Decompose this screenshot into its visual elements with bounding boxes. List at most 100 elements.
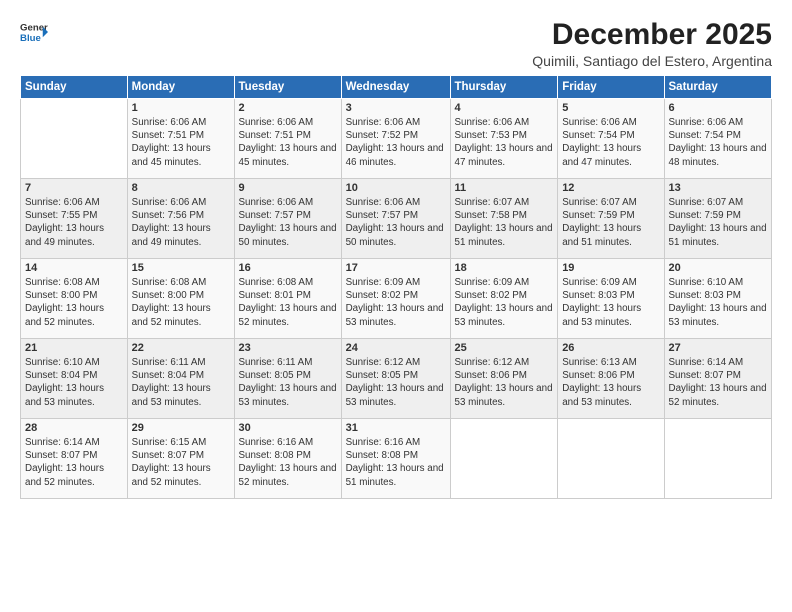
table-row: 19 Sunrise: 6:09 AMSunset: 8:03 PMDaylig… — [558, 259, 664, 339]
table-row: 13 Sunrise: 6:07 AMSunset: 7:59 PMDaylig… — [664, 179, 772, 259]
table-row: 31 Sunrise: 6:16 AMSunset: 8:08 PMDaylig… — [341, 419, 450, 499]
table-row: 30 Sunrise: 6:16 AMSunset: 8:08 PMDaylig… — [234, 419, 341, 499]
table-row: 6 Sunrise: 6:06 AMSunset: 7:54 PMDayligh… — [664, 99, 772, 179]
subtitle: Quimili, Santiago del Estero, Argentina — [532, 53, 772, 69]
table-row: 1 Sunrise: 6:06 AMSunset: 7:51 PMDayligh… — [127, 99, 234, 179]
col-friday: Friday — [558, 76, 664, 99]
day-number: 11 — [455, 182, 554, 194]
day-number: 20 — [669, 262, 768, 274]
day-detail: Sunrise: 6:08 AMSunset: 8:00 PMDaylight:… — [25, 277, 104, 328]
calendar-week-row: 7 Sunrise: 6:06 AMSunset: 7:55 PMDayligh… — [21, 179, 772, 259]
table-row: 7 Sunrise: 6:06 AMSunset: 7:55 PMDayligh… — [21, 179, 128, 259]
day-number: 15 — [132, 262, 230, 274]
col-wednesday: Wednesday — [341, 76, 450, 99]
day-detail: Sunrise: 6:06 AMSunset: 7:53 PMDaylight:… — [455, 117, 553, 168]
calendar-table: Sunday Monday Tuesday Wednesday Thursday… — [20, 75, 772, 499]
day-number: 9 — [239, 182, 337, 194]
calendar-week-row: 14 Sunrise: 6:08 AMSunset: 8:00 PMDaylig… — [21, 259, 772, 339]
day-number: 26 — [562, 342, 659, 354]
day-detail: Sunrise: 6:12 AMSunset: 8:06 PMDaylight:… — [455, 357, 553, 408]
day-detail: Sunrise: 6:07 AMSunset: 7:58 PMDaylight:… — [455, 197, 553, 248]
day-detail: Sunrise: 6:06 AMSunset: 7:55 PMDaylight:… — [25, 197, 104, 248]
table-row: 25 Sunrise: 6:12 AMSunset: 8:06 PMDaylig… — [450, 339, 558, 419]
col-saturday: Saturday — [664, 76, 772, 99]
table-row: 24 Sunrise: 6:12 AMSunset: 8:05 PMDaylig… — [341, 339, 450, 419]
day-detail: Sunrise: 6:10 AMSunset: 8:03 PMDaylight:… — [669, 277, 767, 328]
table-row: 23 Sunrise: 6:11 AMSunset: 8:05 PMDaylig… — [234, 339, 341, 419]
table-row: 3 Sunrise: 6:06 AMSunset: 7:52 PMDayligh… — [341, 99, 450, 179]
day-detail: Sunrise: 6:06 AMSunset: 7:54 PMDaylight:… — [562, 117, 641, 168]
main-title: December 2025 — [532, 18, 772, 51]
table-row: 12 Sunrise: 6:07 AMSunset: 7:59 PMDaylig… — [558, 179, 664, 259]
day-number: 22 — [132, 342, 230, 354]
day-detail: Sunrise: 6:06 AMSunset: 7:51 PMDaylight:… — [132, 117, 211, 168]
day-detail: Sunrise: 6:14 AMSunset: 8:07 PMDaylight:… — [25, 437, 104, 488]
day-number: 13 — [669, 182, 768, 194]
day-detail: Sunrise: 6:07 AMSunset: 7:59 PMDaylight:… — [562, 197, 641, 248]
day-detail: Sunrise: 6:09 AMSunset: 8:02 PMDaylight:… — [346, 277, 444, 328]
day-number: 29 — [132, 422, 230, 434]
table-row: 2 Sunrise: 6:06 AMSunset: 7:51 PMDayligh… — [234, 99, 341, 179]
logo-icon: General Blue — [20, 18, 48, 46]
day-number: 25 — [455, 342, 554, 354]
table-row: 18 Sunrise: 6:09 AMSunset: 8:02 PMDaylig… — [450, 259, 558, 339]
page: General Blue December 2025 Quimili, Sant… — [0, 0, 792, 612]
col-monday: Monday — [127, 76, 234, 99]
day-detail: Sunrise: 6:11 AMSunset: 8:05 PMDaylight:… — [239, 357, 337, 408]
calendar-week-row: 1 Sunrise: 6:06 AMSunset: 7:51 PMDayligh… — [21, 99, 772, 179]
table-row: 26 Sunrise: 6:13 AMSunset: 8:06 PMDaylig… — [558, 339, 664, 419]
day-number: 8 — [132, 182, 230, 194]
title-block: December 2025 Quimili, Santiago del Este… — [532, 18, 772, 69]
svg-text:Blue: Blue — [20, 33, 41, 44]
table-row: 4 Sunrise: 6:06 AMSunset: 7:53 PMDayligh… — [450, 99, 558, 179]
table-row: 11 Sunrise: 6:07 AMSunset: 7:58 PMDaylig… — [450, 179, 558, 259]
day-detail: Sunrise: 6:06 AMSunset: 7:57 PMDaylight:… — [239, 197, 337, 248]
table-row: 27 Sunrise: 6:14 AMSunset: 8:07 PMDaylig… — [664, 339, 772, 419]
day-number: 10 — [346, 182, 446, 194]
table-row — [664, 419, 772, 499]
day-number: 14 — [25, 262, 123, 274]
day-detail: Sunrise: 6:08 AMSunset: 8:00 PMDaylight:… — [132, 277, 211, 328]
day-number: 4 — [455, 102, 554, 114]
day-detail: Sunrise: 6:06 AMSunset: 7:57 PMDaylight:… — [346, 197, 444, 248]
calendar-header-row: Sunday Monday Tuesday Wednesday Thursday… — [21, 76, 772, 99]
day-detail: Sunrise: 6:07 AMSunset: 7:59 PMDaylight:… — [669, 197, 767, 248]
day-detail: Sunrise: 6:06 AMSunset: 7:54 PMDaylight:… — [669, 117, 767, 168]
day-detail: Sunrise: 6:15 AMSunset: 8:07 PMDaylight:… — [132, 437, 211, 488]
day-number: 1 — [132, 102, 230, 114]
day-number: 3 — [346, 102, 446, 114]
table-row: 20 Sunrise: 6:10 AMSunset: 8:03 PMDaylig… — [664, 259, 772, 339]
col-thursday: Thursday — [450, 76, 558, 99]
table-row: 22 Sunrise: 6:11 AMSunset: 8:04 PMDaylig… — [127, 339, 234, 419]
day-number: 19 — [562, 262, 659, 274]
day-detail: Sunrise: 6:11 AMSunset: 8:04 PMDaylight:… — [132, 357, 211, 408]
table-row: 14 Sunrise: 6:08 AMSunset: 8:00 PMDaylig… — [21, 259, 128, 339]
day-number: 27 — [669, 342, 768, 354]
day-number: 17 — [346, 262, 446, 274]
day-detail: Sunrise: 6:12 AMSunset: 8:05 PMDaylight:… — [346, 357, 444, 408]
table-row: 5 Sunrise: 6:06 AMSunset: 7:54 PMDayligh… — [558, 99, 664, 179]
day-detail: Sunrise: 6:16 AMSunset: 8:08 PMDaylight:… — [239, 437, 337, 488]
day-detail: Sunrise: 6:13 AMSunset: 8:06 PMDaylight:… — [562, 357, 641, 408]
logo: General Blue — [20, 18, 48, 46]
col-tuesday: Tuesday — [234, 76, 341, 99]
table-row: 16 Sunrise: 6:08 AMSunset: 8:01 PMDaylig… — [234, 259, 341, 339]
table-row: 15 Sunrise: 6:08 AMSunset: 8:00 PMDaylig… — [127, 259, 234, 339]
table-row: 28 Sunrise: 6:14 AMSunset: 8:07 PMDaylig… — [21, 419, 128, 499]
calendar-week-row: 28 Sunrise: 6:14 AMSunset: 8:07 PMDaylig… — [21, 419, 772, 499]
table-row: 8 Sunrise: 6:06 AMSunset: 7:56 PMDayligh… — [127, 179, 234, 259]
day-number: 21 — [25, 342, 123, 354]
day-number: 28 — [25, 422, 123, 434]
day-detail: Sunrise: 6:09 AMSunset: 8:02 PMDaylight:… — [455, 277, 553, 328]
table-row: 9 Sunrise: 6:06 AMSunset: 7:57 PMDayligh… — [234, 179, 341, 259]
day-detail: Sunrise: 6:14 AMSunset: 8:07 PMDaylight:… — [669, 357, 767, 408]
day-number: 24 — [346, 342, 446, 354]
day-number: 16 — [239, 262, 337, 274]
table-row — [21, 99, 128, 179]
day-number: 7 — [25, 182, 123, 194]
day-detail: Sunrise: 6:09 AMSunset: 8:03 PMDaylight:… — [562, 277, 641, 328]
day-detail: Sunrise: 6:06 AMSunset: 7:51 PMDaylight:… — [239, 117, 337, 168]
calendar-week-row: 21 Sunrise: 6:10 AMSunset: 8:04 PMDaylig… — [21, 339, 772, 419]
table-row: 29 Sunrise: 6:15 AMSunset: 8:07 PMDaylig… — [127, 419, 234, 499]
header-row: General Blue December 2025 Quimili, Sant… — [20, 18, 772, 69]
